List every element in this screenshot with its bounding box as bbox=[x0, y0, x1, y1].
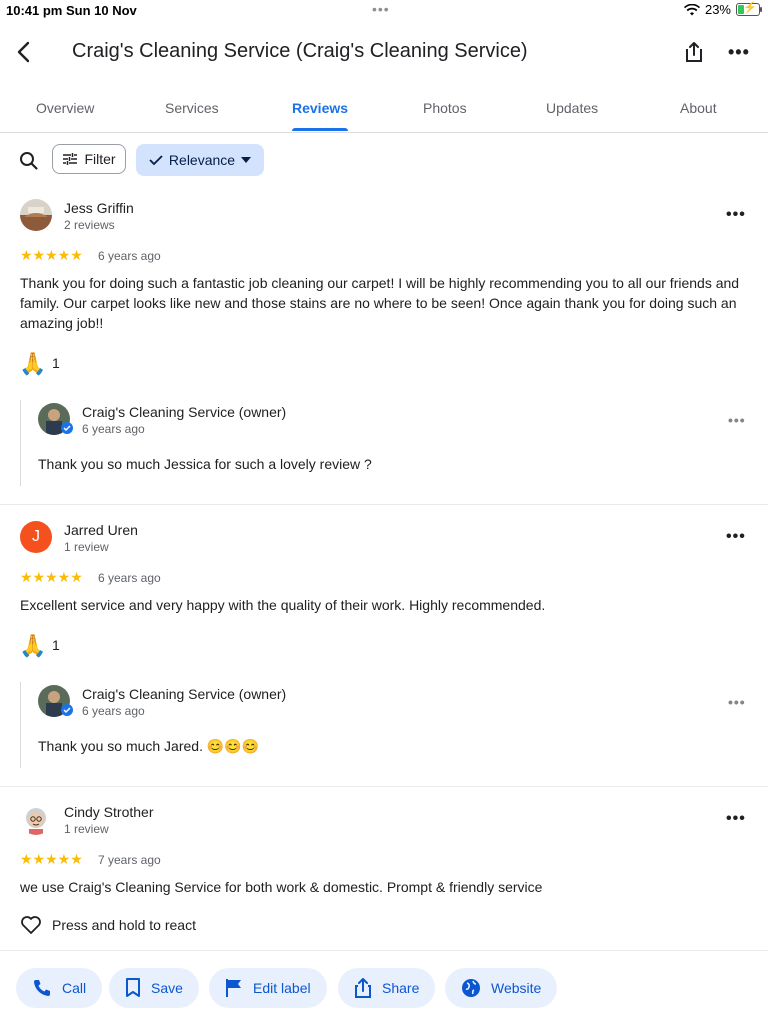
phone-icon bbox=[34, 980, 50, 996]
star-rating: ★★★★★ bbox=[20, 569, 83, 585]
owner-reply-date: 6 years ago bbox=[82, 704, 145, 718]
avatar[interactable]: J bbox=[20, 521, 52, 553]
review-more-icon[interactable]: ••• bbox=[726, 528, 746, 546]
page-title: Craig's Cleaning Service (Craig's Cleani… bbox=[72, 40, 528, 62]
filter-label: Filter bbox=[84, 151, 116, 167]
praying-hands-icon[interactable]: 🙏 bbox=[19, 633, 46, 659]
review-divider bbox=[0, 504, 768, 505]
avatar[interactable] bbox=[20, 199, 52, 231]
save-button[interactable]: Save bbox=[109, 968, 199, 1008]
reviewer-review-count: 2 reviews bbox=[64, 218, 115, 232]
review-date: 6 years ago bbox=[98, 249, 161, 263]
back-arrow-icon[interactable] bbox=[12, 38, 36, 66]
call-button[interactable]: Call bbox=[16, 968, 103, 1008]
active-tab-indicator bbox=[292, 128, 348, 131]
review-divider bbox=[0, 786, 768, 787]
tab-overview[interactable]: Overview bbox=[36, 100, 94, 116]
owner-reply-date: 6 years ago bbox=[82, 422, 145, 436]
review-text: Excellent service and very happy with th… bbox=[20, 597, 546, 613]
dropdown-arrow-icon bbox=[241, 157, 252, 163]
reaction-count: 1 bbox=[52, 355, 60, 371]
tab-about[interactable]: About bbox=[680, 100, 717, 116]
review-text: Thank you for doing such a fantastic job… bbox=[20, 275, 740, 331]
reviewer-name[interactable]: Jarred Uren bbox=[64, 522, 138, 538]
relevance-label: Relevance bbox=[168, 152, 236, 168]
verified-badge-icon bbox=[61, 704, 73, 716]
check-icon bbox=[149, 155, 163, 166]
avatar-memoji bbox=[26, 808, 46, 835]
multitask-dots[interactable]: ••• bbox=[372, 1, 390, 17]
tab-photos[interactable]: Photos bbox=[423, 100, 467, 116]
star-rating: ★★★★★ bbox=[20, 851, 83, 867]
review-more-icon[interactable]: ••• bbox=[726, 206, 746, 224]
bookmark-icon bbox=[126, 978, 140, 997]
reviewer-review-count: 1 review bbox=[64, 540, 109, 554]
tab-updates[interactable]: Updates bbox=[546, 100, 598, 116]
status-right: 23% ⚡ bbox=[683, 2, 762, 17]
owner-reply-more-icon[interactable]: ••• bbox=[728, 694, 746, 710]
review-date: 7 years ago bbox=[98, 853, 161, 867]
more-options-icon[interactable]: ••• bbox=[728, 42, 752, 62]
share-icon[interactable] bbox=[682, 40, 706, 64]
save-label: Save bbox=[151, 980, 183, 996]
tab-services[interactable]: Services bbox=[165, 100, 219, 116]
heart-outline-icon bbox=[21, 916, 41, 934]
wifi-icon bbox=[683, 3, 700, 15]
avatar-photo bbox=[20, 199, 52, 231]
owner-reply-divider bbox=[20, 400, 21, 486]
tab-bar: Overview Services Reviews Photos Updates… bbox=[0, 86, 768, 133]
sort-relevance-button[interactable]: Relevance bbox=[136, 144, 264, 176]
avatar[interactable] bbox=[20, 803, 52, 835]
edit-label-button[interactable]: Edit label bbox=[209, 968, 327, 1008]
react-prompt-label: Press and hold to react bbox=[52, 917, 196, 933]
tune-icon bbox=[63, 153, 78, 165]
owner-name: Craig's Cleaning Service (owner) bbox=[82, 686, 287, 702]
owner-reply-text: Thank you so much Jessica for such a lov… bbox=[38, 456, 372, 472]
owner-reply-more-icon[interactable]: ••• bbox=[728, 412, 746, 428]
flag-icon bbox=[226, 979, 241, 997]
review-text: we use Craig's Cleaning Service for both… bbox=[20, 879, 543, 895]
website-label: Website bbox=[491, 980, 542, 996]
website-button[interactable]: Website bbox=[445, 968, 558, 1008]
owner-reply-text: Thank you so much Jared. 😊😊😊 bbox=[38, 738, 260, 754]
status-time: 10:41 pm Sun 10 Nov bbox=[6, 3, 137, 18]
globe-icon bbox=[462, 979, 480, 997]
reviewer-name[interactable]: Jess Griffin bbox=[64, 200, 134, 216]
star-rating: ★★★★★ bbox=[20, 247, 83, 263]
filter-button[interactable]: Filter bbox=[52, 144, 126, 174]
edit-label-label: Edit label bbox=[253, 980, 311, 996]
review-more-icon[interactable]: ••• bbox=[726, 810, 746, 828]
praying-hands-icon[interactable]: 🙏 bbox=[19, 351, 46, 377]
reaction-count: 1 bbox=[52, 637, 60, 653]
battery-percent: 23% bbox=[704, 2, 731, 17]
share-button[interactable]: Share bbox=[338, 968, 436, 1008]
reviewer-review-count: 1 review bbox=[64, 822, 109, 836]
tab-reviews[interactable]: Reviews bbox=[292, 100, 348, 116]
verified-badge-icon bbox=[61, 422, 73, 434]
owner-name: Craig's Cleaning Service (owner) bbox=[82, 404, 287, 420]
call-label: Call bbox=[62, 980, 87, 996]
owner-reply-divider bbox=[20, 682, 21, 768]
reviewer-name[interactable]: Cindy Strother bbox=[64, 804, 153, 820]
review-date: 6 years ago bbox=[98, 571, 161, 585]
status-bar: 10:41 pm Sun 10 Nov ••• 23% ⚡ bbox=[0, 0, 768, 22]
react-prompt[interactable]: Press and hold to react bbox=[20, 915, 196, 935]
share-label: Share bbox=[382, 980, 420, 996]
share-icon bbox=[355, 978, 371, 998]
search-icon[interactable] bbox=[18, 150, 40, 172]
battery-icon: ⚡ bbox=[736, 2, 762, 16]
